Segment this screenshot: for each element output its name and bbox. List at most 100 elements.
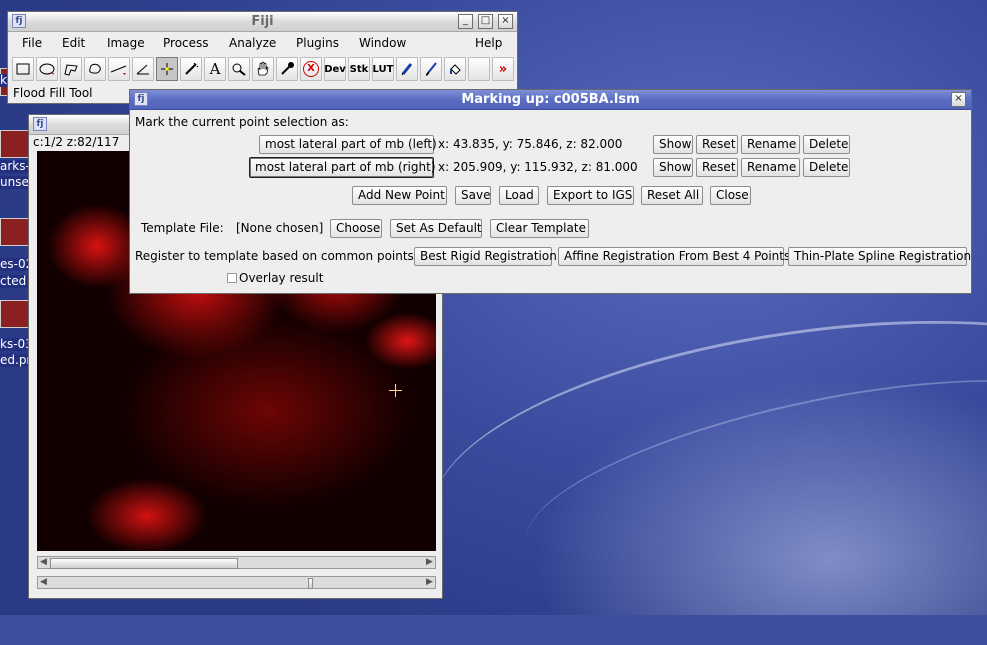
brush-tool-button[interactable]	[420, 57, 442, 81]
menu-help[interactable]: Help	[475, 36, 502, 50]
marking-titlebar[interactable]: fj Marking up: c005BA.lsm ×	[130, 90, 971, 110]
scroll-right-icon[interactable]: ▶	[424, 557, 435, 568]
delete-button[interactable]: Delete	[803, 158, 850, 177]
affine-registration-button[interactable]: Affine Registration From Best 4 Points	[558, 247, 790, 266]
empty-tool-slot	[468, 57, 490, 81]
flood-fill-icon	[450, 64, 461, 75]
desktop-file-label: unse	[0, 176, 30, 189]
desktop-file-icon[interactable]	[0, 300, 30, 328]
menu-window[interactable]: Window	[359, 36, 406, 50]
fiji-status-bar: Flood Fill Tool	[13, 86, 93, 100]
flood-fill-tool-button[interactable]	[444, 57, 466, 81]
polygon-tool-button[interactable]	[60, 57, 82, 81]
scroll-right-icon[interactable]: ▶	[424, 577, 435, 588]
hand-tool-button[interactable]	[252, 57, 274, 81]
menu-plugins[interactable]: Plugins	[296, 36, 339, 50]
dropper-icon	[281, 62, 294, 75]
magnifier-tool-button[interactable]	[228, 57, 250, 81]
save-button[interactable]: Save	[455, 186, 491, 205]
maximize-button[interactable]: □	[478, 14, 493, 29]
stk-icon: Stk	[349, 63, 369, 75]
reset-button[interactable]: Reset	[696, 158, 738, 177]
marking-up-window: fj Marking up: c005BA.lsm × Mark the cur…	[129, 89, 972, 294]
show-button[interactable]: Show	[653, 135, 693, 154]
fiji-title: Fiji	[251, 14, 274, 29]
fiji-menubar: File Edit Image Process Analyze Plugins …	[8, 32, 517, 54]
load-button[interactable]: Load	[499, 186, 539, 205]
scroll-left-icon[interactable]: ◀	[38, 577, 49, 588]
set-as-default-button[interactable]: Set As Default	[390, 219, 482, 238]
more-tools-button[interactable]: »	[492, 57, 514, 81]
add-new-point-button[interactable]: Add New Point	[352, 186, 447, 205]
wand-tool-button[interactable]	[180, 57, 202, 81]
menu-analyze[interactable]: Analyze	[229, 36, 276, 50]
best-rigid-registration-button[interactable]: Best Rigid Registration	[414, 247, 557, 266]
freehand-icon	[89, 63, 101, 74]
menu-image[interactable]: Image	[107, 36, 145, 50]
desktop-file-icon[interactable]	[0, 218, 30, 246]
show-button[interactable]: Show	[653, 158, 693, 177]
desktop-file-label: arks-	[0, 160, 30, 173]
polygon-icon	[64, 63, 78, 76]
channel-scroll-thumb[interactable]	[50, 558, 238, 569]
desktop-file-label: ks-03	[0, 338, 30, 351]
rename-button[interactable]: Rename	[741, 158, 800, 177]
point-coords-right: x: 205.909, y: 115.932, z: 81.000	[438, 160, 638, 174]
fiji-titlebar[interactable]: fj Fiji _ □ ×	[8, 12, 517, 32]
lut-tool-button[interactable]: LUT	[372, 57, 394, 81]
close-button[interactable]: ×	[951, 92, 966, 107]
desktop-file-label: cted	[0, 275, 30, 288]
wand-icon	[185, 62, 199, 75]
reset-button[interactable]: Reset	[696, 135, 738, 154]
hand-icon	[257, 61, 269, 76]
stk-tool-button[interactable]: Stk	[348, 57, 370, 81]
point-crosshair-icon	[161, 63, 173, 75]
point-tool-button[interactable]	[156, 57, 178, 81]
export-igs-button[interactable]: Export to IGS	[547, 186, 634, 205]
reset-all-button[interactable]: Reset All	[641, 186, 703, 205]
register-label: Register to template based on common poi…	[135, 249, 418, 263]
fiji-logo-icon: fj	[33, 117, 47, 131]
x-circle-tool-button[interactable]: X	[300, 57, 322, 81]
template-file-label: Template File:	[141, 221, 224, 235]
minimize-button[interactable]: _	[458, 14, 473, 29]
line-icon	[110, 65, 127, 75]
clear-template-button[interactable]: Clear Template	[490, 219, 589, 238]
straight-line-tool-button[interactable]	[108, 57, 130, 81]
desktop-file-label: ed.pr	[0, 354, 30, 367]
mark-heading: Mark the current point selection as:	[135, 115, 349, 129]
oval-tool-button[interactable]	[36, 57, 58, 81]
template-file-value: [None chosen]	[236, 221, 324, 235]
close-button[interactable]: ×	[498, 14, 513, 29]
slice-scrollbar[interactable]: ◀ ▶	[37, 576, 436, 589]
angle-tool-button[interactable]	[132, 57, 154, 81]
scroll-left-icon[interactable]: ◀	[38, 557, 49, 568]
rectangle-icon	[16, 63, 30, 75]
rename-button[interactable]: Rename	[741, 135, 800, 154]
dev-tool-button[interactable]: Dev	[324, 57, 346, 81]
text-icon: A	[209, 60, 221, 78]
dev-icon: Dev	[324, 63, 346, 75]
menu-file[interactable]: File	[22, 36, 42, 50]
rectangle-tool-button[interactable]	[12, 57, 34, 81]
slice-scroll-thumb[interactable]	[308, 578, 313, 589]
delete-button[interactable]: Delete	[803, 135, 850, 154]
point-name-button-right[interactable]: most lateral part of mb (right)	[249, 157, 436, 178]
channel-scrollbar[interactable]: ◀ ▶	[37, 556, 436, 569]
choose-template-button[interactable]: Choose	[330, 219, 382, 238]
desktop-file-icon[interactable]	[0, 130, 30, 158]
menu-process[interactable]: Process	[163, 36, 209, 50]
color-picker-tool-button[interactable]	[276, 57, 298, 81]
text-tool-button[interactable]: A	[204, 57, 226, 81]
pencil-tool-button[interactable]	[396, 57, 418, 81]
x-circle-icon: X	[303, 61, 319, 77]
menu-edit[interactable]: Edit	[62, 36, 85, 50]
point-name-button-left[interactable]: most lateral part of mb (left)	[259, 135, 437, 154]
thin-plate-spline-button[interactable]: Thin-Plate Spline Registration	[788, 247, 971, 266]
lut-icon: LUT	[372, 63, 394, 75]
magnifier-icon	[232, 63, 246, 76]
overlay-result-checkbox[interactable]	[227, 273, 237, 283]
close-dialog-button[interactable]: Close	[710, 186, 751, 205]
double-chevron-right-icon: »	[498, 61, 508, 77]
freehand-tool-button[interactable]	[84, 57, 106, 81]
